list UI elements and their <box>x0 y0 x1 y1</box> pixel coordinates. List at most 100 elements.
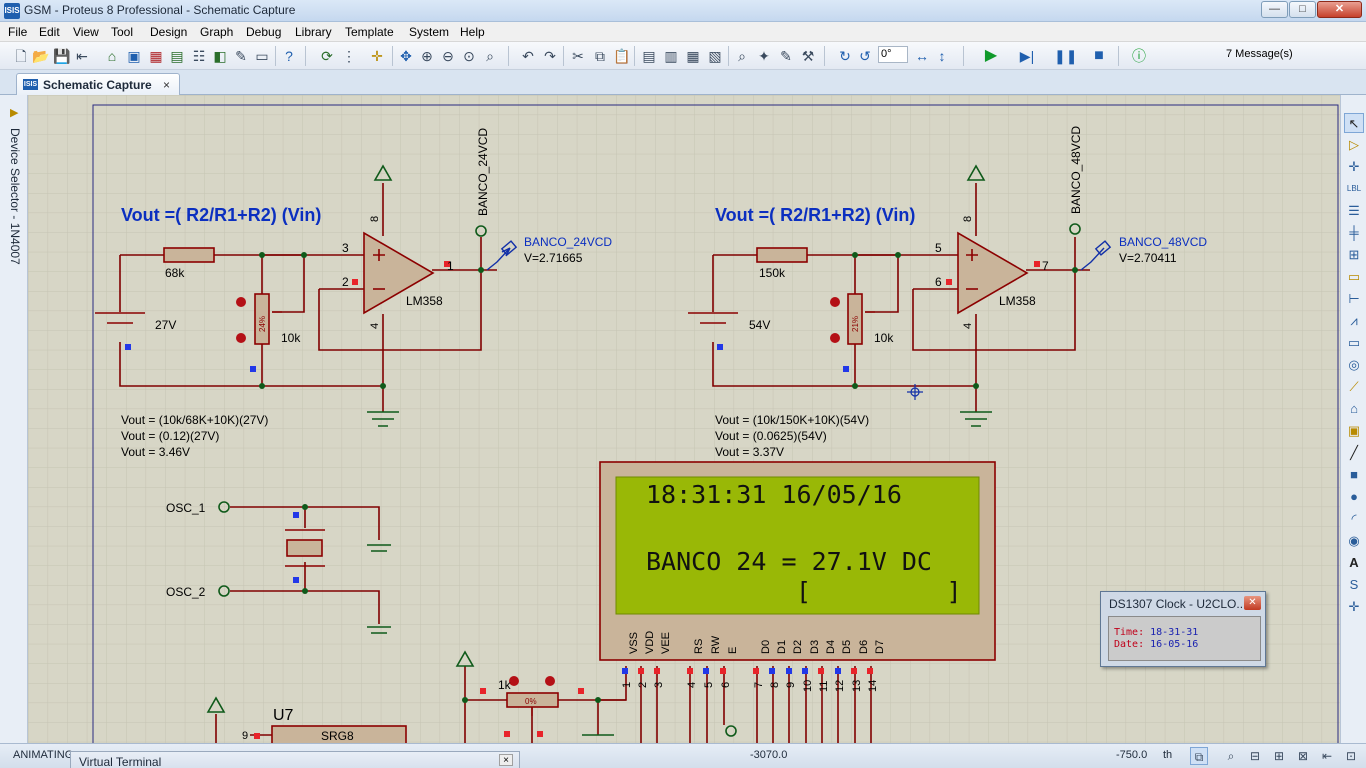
circle-icon[interactable]: ● <box>1344 487 1364 507</box>
new-file-icon[interactable]: 🗋 <box>12 47 30 65</box>
voltage-probe-icon[interactable]: ⟋ <box>1344 377 1364 397</box>
box-icon[interactable]: ■ <box>1344 465 1364 485</box>
step-icon[interactable]: ▶| <box>1018 47 1036 65</box>
ds1307-clock-popup[interactable]: DS1307 Clock - U2CLO... ✕ Time: 18-31-31… <box>1100 591 1266 667</box>
menu-tool[interactable]: Tool <box>111 25 133 39</box>
open-folder-icon[interactable]: 📂 <box>32 47 50 65</box>
zoom-all-icon[interactable]: ⊙ <box>460 47 478 65</box>
status-x-coordinate: -3070.0 <box>750 749 788 761</box>
grid-icon[interactable]: ⋮ <box>340 47 358 65</box>
ds1307-close-icon[interactable]: ✕ <box>1244 596 1261 610</box>
menu-help[interactable]: Help <box>460 25 485 39</box>
arc-icon[interactable]: ◜ <box>1344 509 1364 529</box>
bus-icon[interactable]: ╪ <box>1344 223 1364 243</box>
tab-schematic-capture[interactable]: ISIS Schematic Capture × <box>16 73 180 95</box>
generator-icon[interactable]: ◎ <box>1344 355 1364 375</box>
marker-icon[interactable]: ✛ <box>1344 597 1364 617</box>
menu-edit[interactable]: Edit <box>39 25 60 39</box>
symbol-icon[interactable]: S <box>1344 575 1364 595</box>
subcircuit-icon[interactable]: ⊞ <box>1344 245 1364 265</box>
copy-icon[interactable]: ⧉ <box>591 47 609 65</box>
menu-graph[interactable]: Graph <box>200 25 233 39</box>
pick-device-icon[interactable]: ⌕ <box>733 47 751 65</box>
zoom-out-icon[interactable]: ⊖ <box>439 47 457 65</box>
search-icon[interactable]: ⌕ <box>1222 747 1240 765</box>
notes-icon[interactable]: ✎ <box>232 47 250 65</box>
tab-close-icon[interactable]: × <box>163 78 170 92</box>
add-sheet-icon[interactable]: ⊞ <box>1270 747 1288 765</box>
undo-icon[interactable]: ↶ <box>519 47 537 65</box>
menu-debug[interactable]: Debug <box>246 25 281 39</box>
remove-sheet-icon[interactable]: ⊠ <box>1294 747 1312 765</box>
device-selector-label[interactable]: Device Selector - 1N4007 <box>8 128 22 265</box>
save-icon[interactable]: 💾 <box>53 47 71 65</box>
virtual-instruments-icon[interactable]: ▣ <box>1344 421 1364 441</box>
rotate-ccw-icon[interactable]: ↺ <box>856 47 874 65</box>
cut-icon[interactable]: ✂ <box>569 47 587 65</box>
pause-icon[interactable]: ❚❚ <box>1054 47 1077 65</box>
zoom-area-icon[interactable]: ⌕ <box>481 47 499 65</box>
menu-design[interactable]: Design <box>150 25 187 39</box>
graph-icon[interactable]: ⩘ <box>1344 311 1364 331</box>
3d-view-icon[interactable]: ◧ <box>211 47 229 65</box>
decompose-icon[interactable]: ⚒ <box>799 47 817 65</box>
block-move-icon[interactable]: ▥ <box>662 47 680 65</box>
packaging-icon[interactable]: ✎ <box>777 47 795 65</box>
redo-icon[interactable]: ↷ <box>541 47 559 65</box>
component-mode-icon[interactable]: ▣ <box>125 47 143 65</box>
component-mode-icon[interactable]: ▷ <box>1344 135 1364 155</box>
virtual-terminal-window[interactable]: Virtual Terminal × <box>70 751 520 768</box>
block-rotate-icon[interactable]: ▦ <box>684 47 702 65</box>
block-copy-icon[interactable]: ▤ <box>640 47 658 65</box>
pin-icon[interactable]: ▶ <box>10 106 18 119</box>
terminals-icon[interactable]: ▭ <box>1344 267 1364 287</box>
line-icon[interactable]: ╱ <box>1344 443 1364 463</box>
zoom-sheet-icon[interactable]: ⊡ <box>1342 747 1360 765</box>
goto-sheet-icon[interactable]: ⇤ <box>1318 747 1336 765</box>
mirror-y-icon[interactable]: ↕ <box>933 47 951 65</box>
close-button[interactable]: ✕ <box>1317 1 1362 18</box>
lcd-pin-num-13: 13 <box>851 680 863 692</box>
play-icon[interactable]: ▶ <box>982 47 1000 65</box>
current-probe-icon[interactable]: ⌂ <box>1344 399 1364 419</box>
maximize-button[interactable]: □ <box>1289 1 1316 18</box>
rotation-field[interactable]: 0° <box>878 46 908 63</box>
junction-dot-icon[interactable]: ✛ <box>1344 157 1364 177</box>
menu-system[interactable]: System <box>409 25 449 39</box>
display-mode-icon[interactable]: ⧉ <box>1190 747 1208 765</box>
zip-icon[interactable]: ▭ <box>253 47 271 65</box>
info-icon[interactable]: ⓘ <box>1130 47 1148 65</box>
import-icon[interactable]: ⇤ <box>73 47 91 65</box>
make-device-icon[interactable]: ✦ <box>755 47 773 65</box>
text-script-icon[interactable]: ☰ <box>1344 201 1364 221</box>
minimize-button[interactable]: — <box>1261 1 1288 18</box>
refresh-icon[interactable]: ⟳ <box>318 47 336 65</box>
text-icon[interactable]: A <box>1344 553 1364 573</box>
device-pins-icon[interactable]: ⊢ <box>1344 289 1364 309</box>
block-delete-icon[interactable]: ▧ <box>706 47 724 65</box>
menu-template[interactable]: Template <box>345 25 394 39</box>
menu-view[interactable]: View <box>73 25 99 39</box>
bom-icon[interactable]: ☷ <box>190 47 208 65</box>
selection-mode-icon[interactable]: ↖ <box>1344 113 1364 133</box>
menu-library[interactable]: Library <box>295 25 332 39</box>
virtual-terminal-close-icon[interactable]: × <box>499 754 513 766</box>
gerber-icon[interactable]: ▤ <box>168 47 186 65</box>
mirror-x-icon[interactable]: ↔ <box>913 47 931 65</box>
rotate-cw-icon[interactable]: ↻ <box>836 47 854 65</box>
messages-count[interactable]: 7 Message(s) <box>1226 48 1293 60</box>
path-icon[interactable]: ◉ <box>1344 531 1364 551</box>
zoom-in-icon[interactable]: ⊕ <box>418 47 436 65</box>
design-explorer-icon[interactable]: ⌂ <box>103 47 121 65</box>
help-icon[interactable]: ? <box>280 47 298 65</box>
pcb-layout-icon[interactable]: ▦ <box>147 47 165 65</box>
pan-icon[interactable]: ✥ <box>397 47 415 65</box>
stop-icon[interactable]: ■ <box>1090 47 1108 65</box>
menu-file[interactable]: File <box>8 25 27 39</box>
paste-icon[interactable]: 📋 <box>613 47 631 65</box>
pin-out-circuit1: 1 <box>447 259 454 273</box>
tape-recorder-icon[interactable]: ▭ <box>1344 333 1364 353</box>
wire-label-icon[interactable]: LBL <box>1344 179 1364 199</box>
origin-icon[interactable]: ✛ <box>368 47 386 65</box>
property-icon[interactable]: ⊟ <box>1246 747 1264 765</box>
